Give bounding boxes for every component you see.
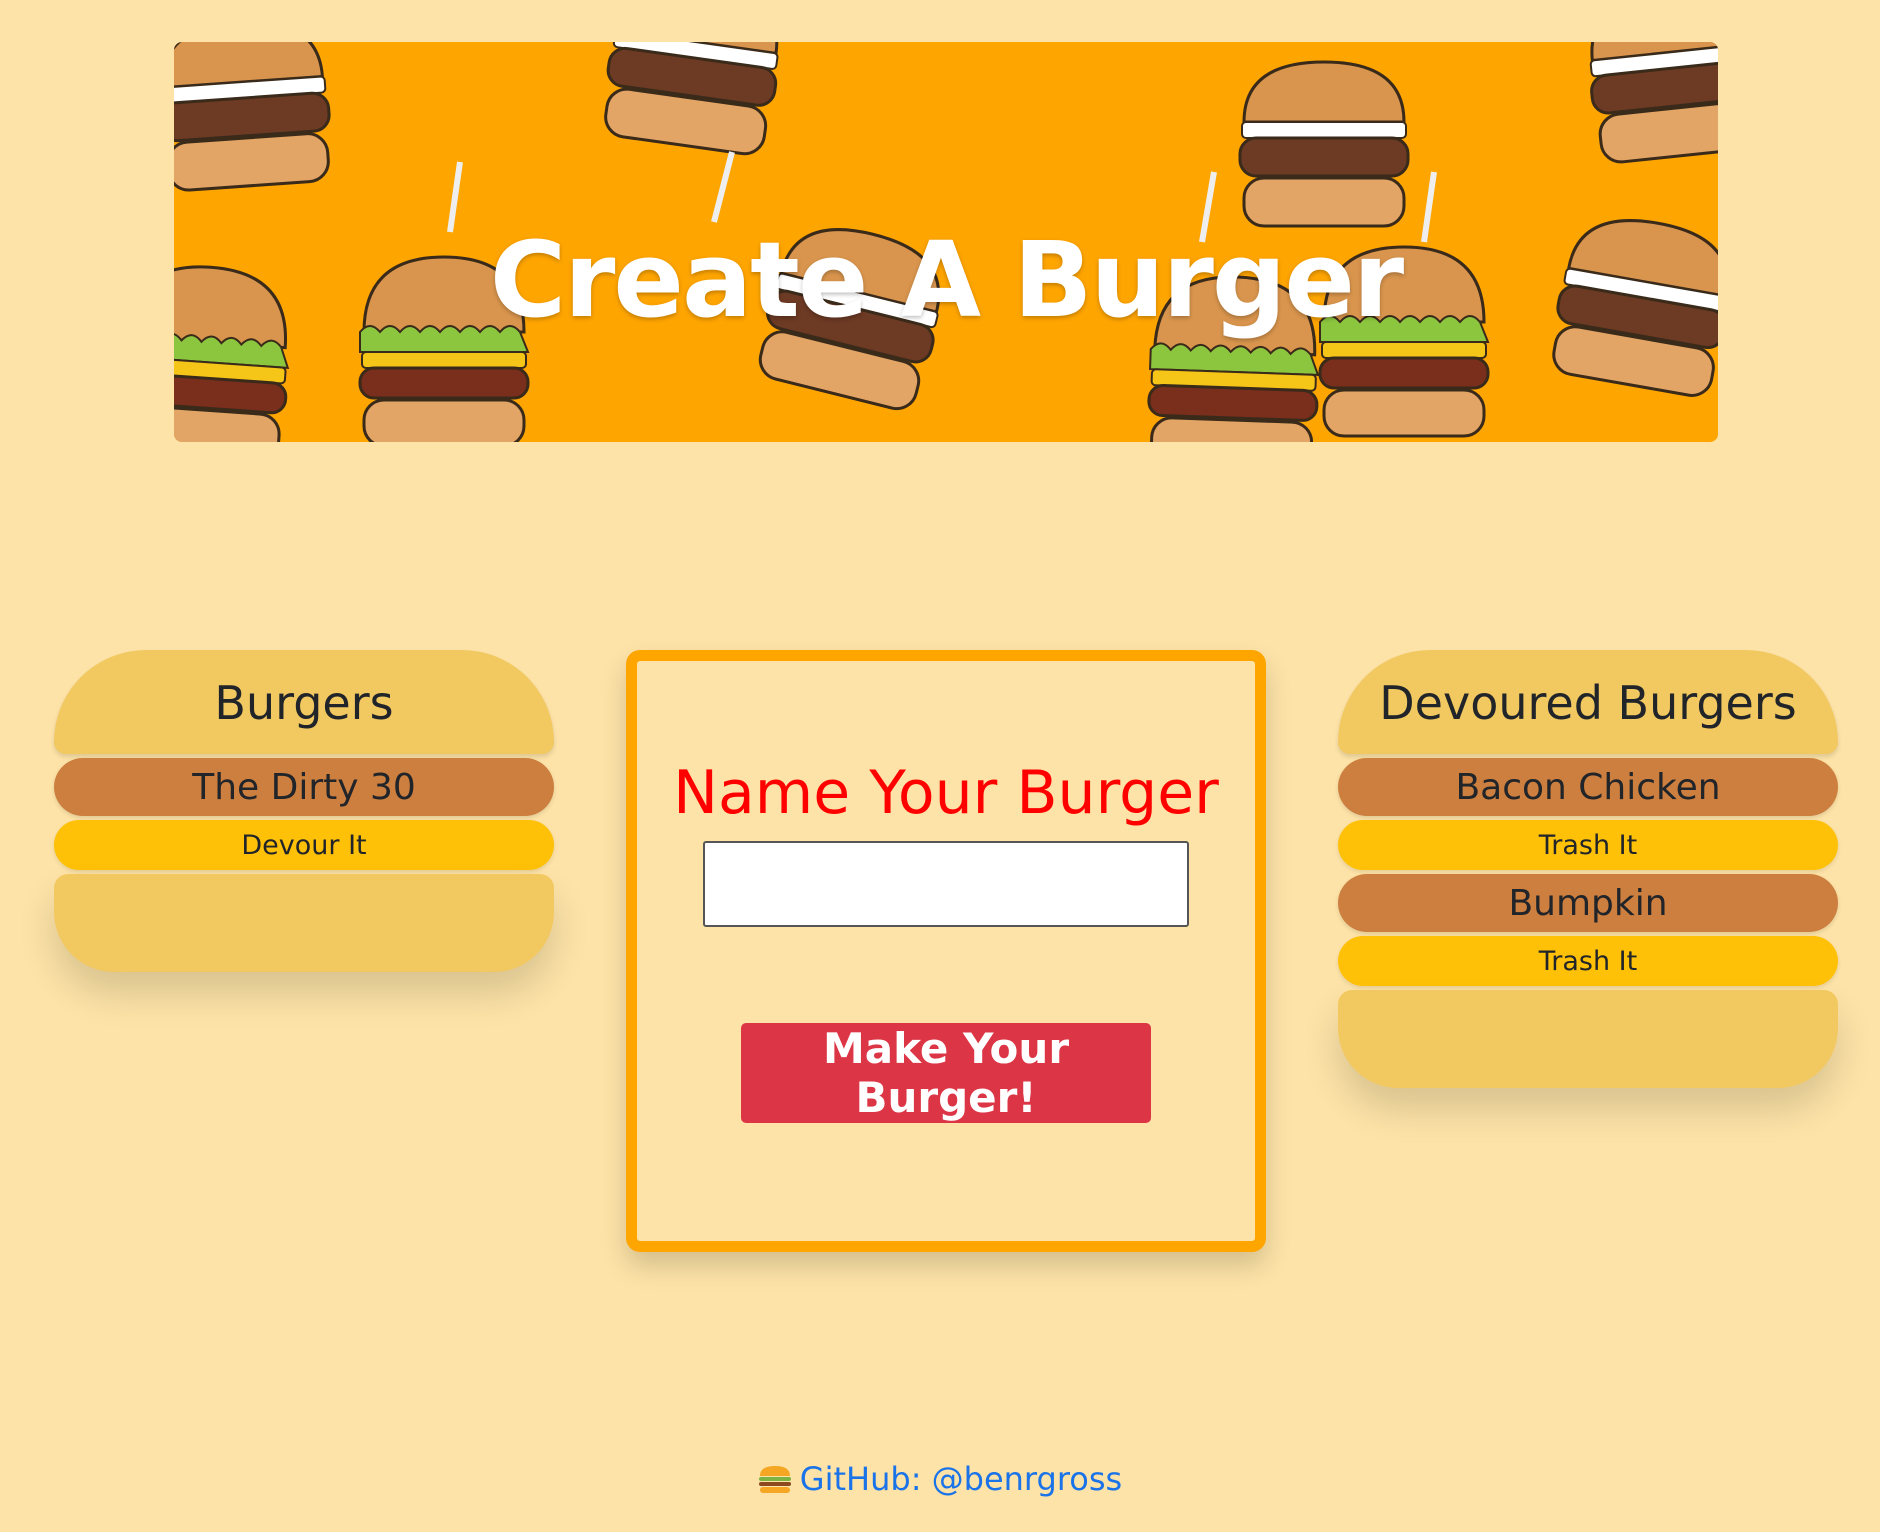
devour-button[interactable]: Devour It xyxy=(54,820,554,870)
page-title: Create A Burger xyxy=(489,219,1404,341)
github-link[interactable]: GitHub: @benrgross xyxy=(758,1460,1122,1498)
burger-icon xyxy=(758,1466,791,1493)
devoured-item-name: Bacon Chicken xyxy=(1455,766,1721,808)
devoured-burgers-panel: Devoured Burgers Bacon Chicken Trash It … xyxy=(1338,650,1838,1088)
burger-item-name: The Dirty 30 xyxy=(192,766,416,808)
make-burger-button[interactable]: Make Your Burger! xyxy=(741,1023,1151,1123)
burgers-panel: Burgers The Dirty 30 Devour It xyxy=(54,650,554,972)
devoured-panel-header: Devoured Burgers xyxy=(1338,650,1838,754)
burger-name-input[interactable] xyxy=(703,841,1189,927)
devoured-panel-title: Devoured Burgers xyxy=(1379,676,1797,730)
burgers-panel-footer xyxy=(54,874,554,972)
devoured-item: Bumpkin xyxy=(1338,874,1838,932)
create-burger-form: Name Your Burger Make Your Burger! xyxy=(626,650,1266,1252)
devoured-panel-footer xyxy=(1338,990,1838,1088)
trash-button-label: Trash It xyxy=(1538,829,1638,861)
devour-button-label: Devour It xyxy=(241,829,367,861)
form-heading: Name Your Burger xyxy=(673,758,1219,828)
devoured-item-name: Bumpkin xyxy=(1508,882,1668,924)
burger-item: The Dirty 30 xyxy=(54,758,554,816)
trash-button[interactable]: Trash It xyxy=(1338,936,1838,986)
github-link-label: GitHub: @benrgross xyxy=(799,1460,1123,1498)
burgers-panel-title: Burgers xyxy=(214,676,394,730)
hero-banner: Create A Burger xyxy=(174,42,1718,442)
trash-button[interactable]: Trash It xyxy=(1338,820,1838,870)
page-footer: GitHub: @benrgross xyxy=(0,1460,1880,1502)
burgers-panel-header: Burgers xyxy=(54,650,554,754)
devoured-item: Bacon Chicken xyxy=(1338,758,1838,816)
trash-button-label: Trash It xyxy=(1538,945,1638,977)
